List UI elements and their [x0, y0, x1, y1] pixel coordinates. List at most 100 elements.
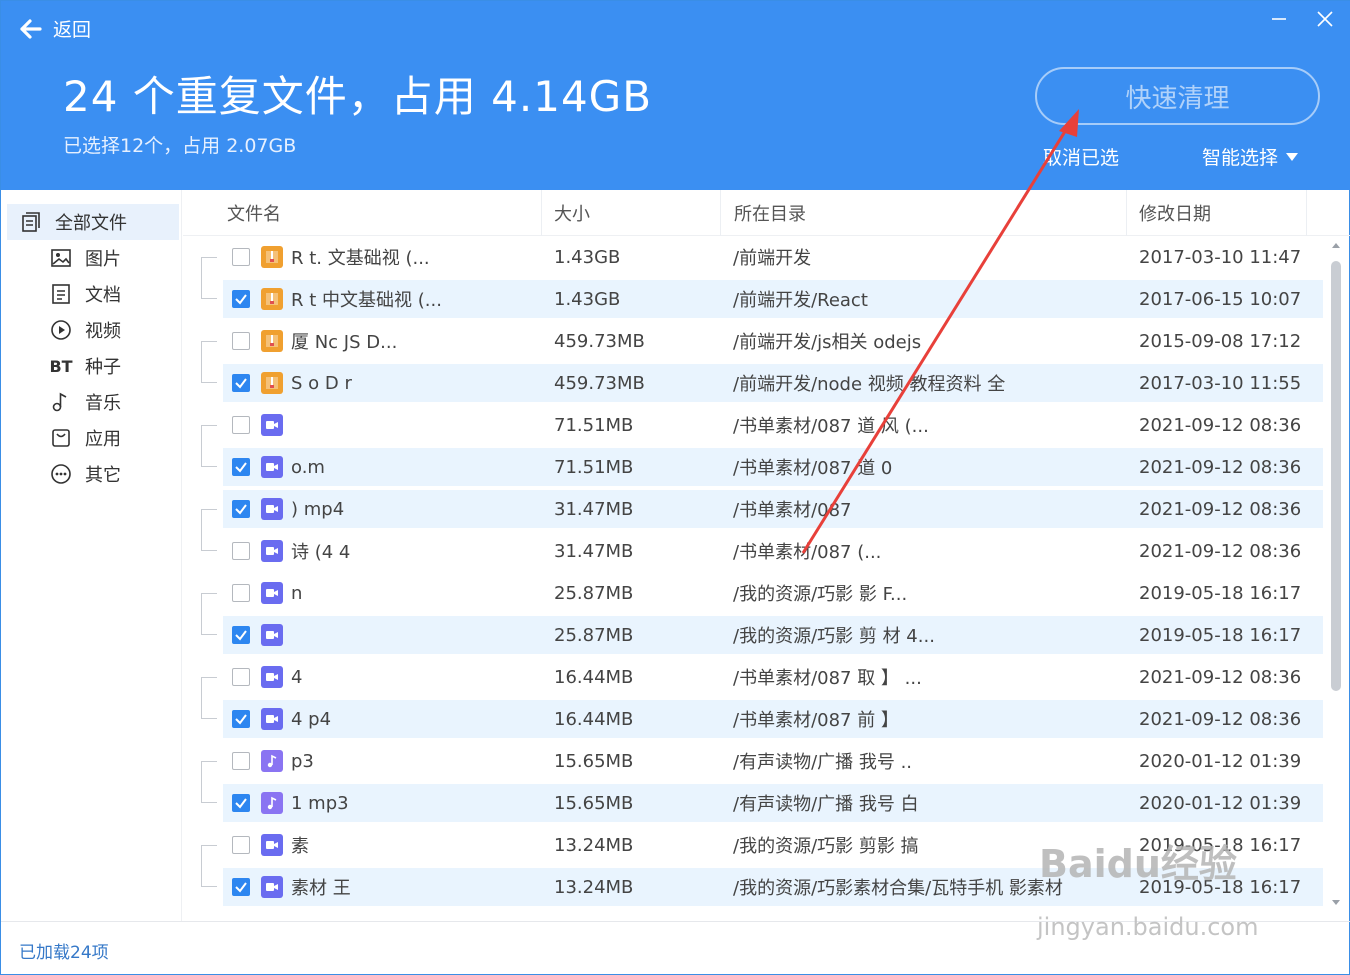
close-button[interactable]	[1313, 7, 1337, 31]
sidebar-item-others[interactable]: 其它	[1, 456, 121, 492]
file-directory: /前端开发	[733, 248, 812, 269]
file-name: n	[291, 582, 303, 604]
file-size: 459.73MB	[554, 330, 645, 352]
sidebar-item-label: 种子	[85, 357, 121, 378]
table-header: 文件名 大小 所在目录 修改日期	[183, 190, 1350, 236]
table-row[interactable]: o.m 71.51MB/书单素材/087 道 0 2021-09-12 08:36	[223, 448, 1323, 486]
row-checkbox[interactable]	[232, 290, 250, 308]
table-row[interactable]: R t. 文基础视 (... 1.43GB/前端开发 2017-03-10 11:4…	[223, 238, 1323, 276]
table-row[interactable]: 4 p4 16.44MB/书单素材/087 前 】 2021-09-12 08:36	[223, 700, 1323, 738]
file-name: 素	[291, 836, 309, 857]
file-size: 13.24MB	[554, 834, 634, 856]
sidebar-item-label: 全部文件	[55, 213, 127, 234]
row-checkbox[interactable]	[232, 500, 250, 518]
column-header-name[interactable]: 文件名	[219, 190, 281, 236]
music-file-icon	[261, 750, 283, 772]
row-checkbox[interactable]	[232, 794, 250, 812]
scroll-up-arrow[interactable]	[1328, 241, 1344, 255]
file-size: 16.44MB	[554, 708, 634, 730]
sidebar-item-apps[interactable]: 应用	[1, 420, 121, 456]
sidebar-item-videos[interactable]: 视频	[1, 312, 121, 348]
sidebar-item-music[interactable]: 音乐	[1, 384, 121, 420]
column-header-directory[interactable]: 所在目录	[726, 190, 806, 236]
column-header-size[interactable]: 大小	[546, 190, 590, 236]
row-checkbox[interactable]	[232, 668, 250, 686]
file-modified-date: 2017-03-10 11:47	[1139, 246, 1302, 268]
document-icon	[49, 282, 73, 306]
back-button[interactable]: 返回	[19, 15, 91, 42]
watermark-logo: Baidu经验	[1039, 842, 1237, 886]
video-file-icon	[261, 540, 283, 562]
file-modified-date: 2017-06-15 10:07	[1139, 288, 1302, 310]
checkmark-icon	[235, 882, 247, 893]
column-header-modified[interactable]: 修改日期	[1131, 190, 1211, 236]
file-modified-date: 2019-05-18 16:17	[1139, 582, 1302, 604]
minimize-button[interactable]	[1267, 7, 1291, 31]
video-file-icon	[261, 666, 283, 688]
video-icon	[49, 318, 73, 342]
duplicate-group-bracket	[201, 341, 217, 383]
table-row[interactable]: 1 mp3 15.65MB/有声读物/广播 我号 白 2020-01-12 01:3…	[223, 784, 1323, 822]
sidebar-item-all-files[interactable]: 全部文件	[7, 204, 179, 240]
column-divider[interactable]	[1306, 190, 1307, 236]
row-checkbox[interactable]	[232, 416, 250, 434]
file-directory: /书单素材/087 道 0	[733, 458, 893, 479]
table-row[interactable]: n 25.87MB/我的资源/巧影 影 F... 2019-05-18 16:17	[223, 574, 1323, 612]
table-row[interactable]: p3 15.65MB/有声读物/广播 我号 .. 2020-01-12 01:39	[223, 742, 1323, 780]
quick-clean-button[interactable]: 快速清理	[1035, 67, 1320, 125]
table-row[interactable]: ) mp4 31.47MB/书单素材/087 2021-09-12 08:36	[223, 490, 1323, 528]
row-checkbox[interactable]	[232, 458, 250, 476]
table-row[interactable]: 厦 Nc JS D... 459.73MB/前端开发/js相关 odejs 2015…	[223, 322, 1323, 360]
scroll-thumb[interactable]	[1331, 261, 1341, 691]
file-name: 诗 (4 4	[291, 542, 351, 563]
duplicate-group-bracket	[201, 509, 217, 551]
row-checkbox[interactable]	[232, 710, 250, 728]
checkmark-icon	[235, 504, 247, 515]
row-checkbox[interactable]	[232, 542, 250, 560]
file-name: 素材 王	[291, 878, 351, 899]
archive-file-icon	[261, 372, 283, 394]
file-modified-date: 2017-03-10 11:55	[1139, 372, 1302, 394]
file-modified-date: 2021-09-12 08:36	[1139, 414, 1302, 436]
sidebar-item-images[interactable]: 图片	[1, 240, 121, 276]
row-checkbox[interactable]	[232, 332, 250, 350]
scroll-down-arrow[interactable]	[1328, 899, 1344, 913]
row-checkbox[interactable]	[232, 584, 250, 602]
vertical-scrollbar[interactable]	[1328, 241, 1344, 913]
file-size: 15.65MB	[554, 750, 634, 772]
row-checkbox[interactable]	[232, 248, 250, 266]
sidebar-item-label: 图片	[85, 249, 121, 270]
column-divider[interactable]	[541, 190, 542, 236]
row-checkbox[interactable]	[232, 752, 250, 770]
table-row[interactable]: 71.51MB/书单素材/087 道 风 (... 2021-09-12 08:3…	[223, 406, 1323, 444]
table-row[interactable]: 25.87MB/我的资源/巧影 剪 材 4... 2019-05-18 16:17	[223, 616, 1323, 654]
column-divider[interactable]	[720, 190, 721, 236]
column-divider[interactable]	[1126, 190, 1127, 236]
table-row[interactable]: 4 16.44MB/书单素材/087 取 】 ... 2021-09-12 08:3…	[223, 658, 1323, 696]
music-file-icon	[261, 792, 283, 814]
smart-select-dropdown[interactable]: 智能选择	[1202, 143, 1300, 170]
cancel-selection-link[interactable]: 取消已选	[1043, 143, 1119, 170]
row-checkbox[interactable]	[232, 836, 250, 854]
duplicate-group-bracket	[201, 677, 217, 719]
sidebar-item-label: 其它	[85, 465, 121, 486]
archive-file-icon	[261, 288, 283, 310]
sidebar-item-torrents[interactable]: BT 种子	[1, 348, 121, 384]
minimize-icon	[1272, 18, 1286, 20]
sidebar-item-label: 文档	[85, 285, 121, 306]
sidebar-item-documents[interactable]: 文档	[1, 276, 121, 312]
checkmark-icon	[235, 798, 247, 809]
row-checkbox[interactable]	[232, 374, 250, 392]
file-size: 15.65MB	[554, 792, 634, 814]
file-size: 13.24MB	[554, 876, 634, 898]
table-row[interactable]: R t 中文基础视 (... 1.43GB/前端开发/React 2017-06-1…	[223, 280, 1323, 318]
video-file-icon	[261, 876, 283, 898]
music-icon	[49, 390, 73, 414]
file-directory: /书单素材/087 (...	[733, 542, 882, 563]
file-directory: /书单素材/087	[733, 500, 852, 521]
table-row[interactable]: 诗 (4 4 31.47MB/书单素材/087 (... 2021-09-12 08…	[223, 532, 1323, 570]
table-row[interactable]: S o D r 459.73MB/前端开发/node 视频 教程资料 全 2017-…	[223, 364, 1323, 402]
file-name: o.m	[291, 456, 325, 478]
row-checkbox[interactable]	[232, 626, 250, 644]
row-checkbox[interactable]	[232, 878, 250, 896]
